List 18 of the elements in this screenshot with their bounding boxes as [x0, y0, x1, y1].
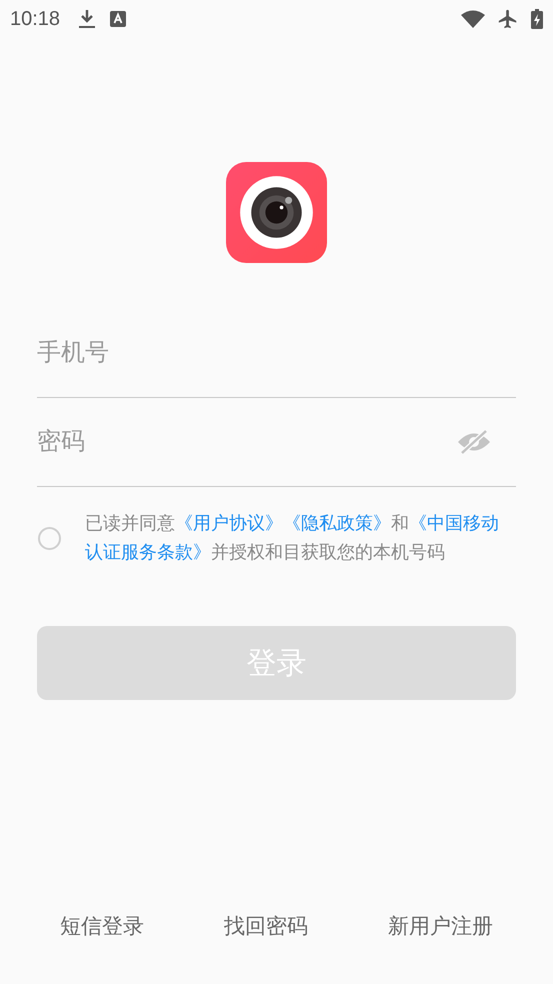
footer-link[interactable]: 新用户注册: [388, 910, 493, 942]
footer-link[interactable]: 短信登录: [60, 910, 144, 942]
download-icon: [78, 9, 96, 29]
phone-field[interactable]: 手机号: [37, 309, 516, 398]
agreement-link[interactable]: 认证服务条款》: [85, 542, 211, 562]
agreement-text: 已读并同意《用户协议》《隐私政策》和《中国移动 认证服务条款》并授权和目获取您的本机号码: [85, 512, 499, 564]
password-field[interactable]: 密码: [37, 424, 456, 460]
agreement-link[interactable]: 《中国移动: [409, 513, 499, 533]
status-time: 10:18: [10, 7, 60, 32]
agreement-link[interactable]: 《隐私政策》: [283, 513, 391, 533]
footer-link[interactable]: 找回密码: [224, 910, 308, 942]
airplane-icon: [497, 8, 519, 30]
agreement-link[interactable]: 《用户协议》: [175, 513, 283, 533]
wifi-icon: [461, 10, 485, 28]
font-icon: [110, 11, 126, 27]
agreement-checkbox[interactable]: [38, 526, 61, 550]
visibility-toggle-icon[interactable]: [456, 429, 492, 455]
battery-icon: [531, 9, 543, 29]
